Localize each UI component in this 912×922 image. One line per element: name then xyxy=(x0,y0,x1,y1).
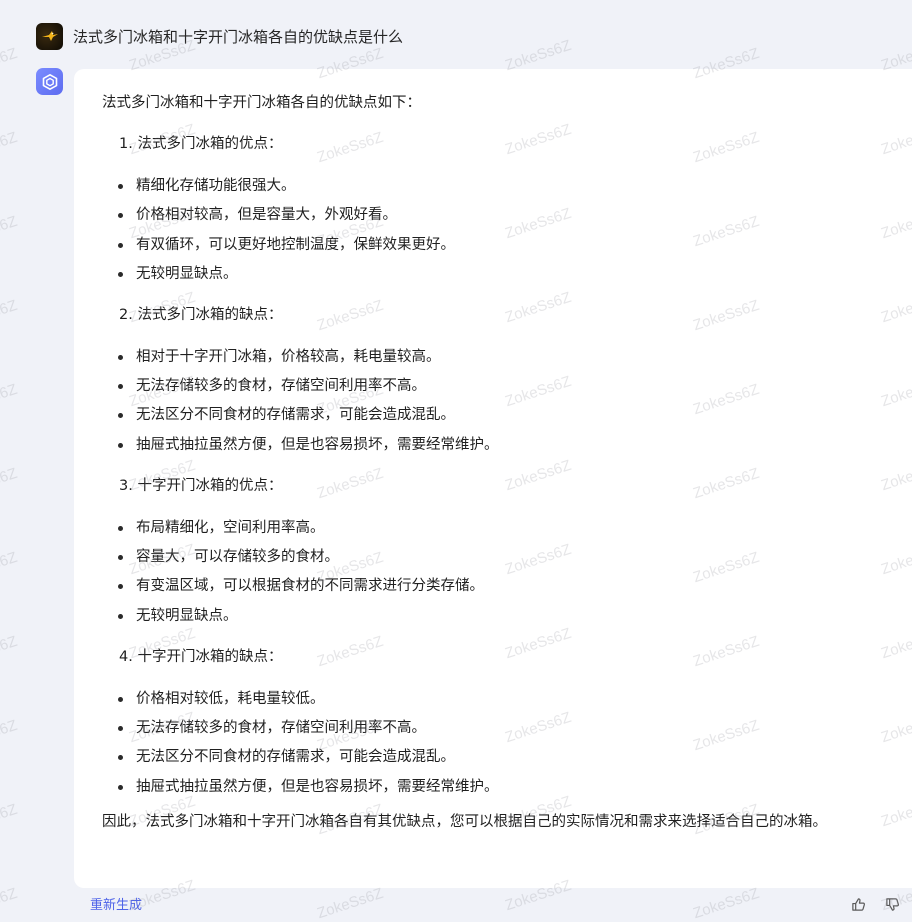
section-items: 价格相对较低，耗电量较低。 无法存储较多的食材，存储空间利用率不高。 无法区分不… xyxy=(102,689,912,797)
watermark-text: ZokeSs6Z xyxy=(315,884,386,922)
list-item: 有双循环，可以更好地控制温度，保鲜效果更好。 xyxy=(102,235,912,255)
watermark-text: ZokeSs6Z xyxy=(0,44,20,83)
list-item: 无较明显缺点。 xyxy=(102,264,912,284)
watermark-text: ZokeSs6Z xyxy=(691,884,762,922)
section-french-door-pros: 1. 法式多门冰箱的优点： 精细化存储功能很强大。 价格相对较高，但是容量大，外… xyxy=(102,134,912,284)
answer-conclusion: 因此，法式多门冰箱和十字开门冰箱各自有其优缺点，您可以根据自己的实际情况和需求来… xyxy=(102,813,827,830)
list-item: 抽屉式抽拉虽然方便，但是也容易损坏，需要经常维护。 xyxy=(102,435,912,455)
bot-avatar xyxy=(36,68,63,95)
answer-card: 法式多门冰箱和十字开门冰箱各自的优缺点如下： 1. 法式多门冰箱的优点： 精细化… xyxy=(74,69,912,888)
list-item: 容量大，可以存储较多的食材。 xyxy=(102,547,912,567)
list-item: 精细化存储功能很强大。 xyxy=(102,176,912,196)
user-avatar-bird-icon xyxy=(41,31,58,41)
list-item: 价格相对较高，但是容量大，外观好看。 xyxy=(102,205,912,225)
watermark-text: ZokeSs6Z xyxy=(0,296,20,335)
user-avatar xyxy=(36,22,63,50)
list-item: 抽屉式抽拉虽然方便，但是也容易损坏，需要经常维护。 xyxy=(102,777,912,797)
watermark-text: ZokeSs6Z xyxy=(0,380,20,419)
user-question-text: 法式多门冰箱和十字开门冰箱各自的优缺点是什么 xyxy=(73,27,404,46)
watermark-text: ZokeSs6Z xyxy=(0,884,20,922)
list-item: 无法区分不同食材的存储需求，可能会造成混乱。 xyxy=(102,405,912,425)
thumb-up-icon xyxy=(851,897,865,911)
answer-intro: 法式多门冰箱和十字开门冰箱各自的优缺点如下： xyxy=(102,95,421,111)
section-title: 2. 法式多门冰箱的缺点： xyxy=(119,306,283,323)
section-title: 4. 十字开门冰箱的缺点： xyxy=(119,648,283,665)
watermark-text: ZokeSs6Z xyxy=(0,128,20,167)
thumb-down-icon xyxy=(885,897,899,911)
section-title: 3. 十字开门冰箱的优点： xyxy=(119,477,283,494)
watermark-text: ZokeSs6Z xyxy=(0,464,20,503)
section-cross-door-cons: 4. 十字开门冰箱的缺点： 价格相对较低，耗电量较低。 无法存储较多的食材，存储… xyxy=(102,647,912,797)
watermark-text: ZokeSs6Z xyxy=(0,548,20,587)
section-items: 相对于十字开门冰箱，价格较高，耗电量较高。 无法存储较多的食材，存储空间利用率不… xyxy=(102,347,912,455)
list-item: 无较明显缺点。 xyxy=(102,606,912,626)
thumb-down-button[interactable] xyxy=(883,895,901,913)
list-item: 相对于十字开门冰箱，价格较高，耗电量较高。 xyxy=(102,347,912,367)
user-message: 法式多门冰箱和十字开门冰箱各自的优缺点是什么 xyxy=(36,22,403,50)
section-french-door-cons: 2. 法式多门冰箱的缺点： 相对于十字开门冰箱，价格较高，耗电量较高。 无法存储… xyxy=(102,305,912,455)
thumb-up-button[interactable] xyxy=(849,895,867,913)
bot-cube-icon xyxy=(42,73,57,90)
watermark-text: ZokeSs6Z xyxy=(0,632,20,671)
section-items: 布局精细化，空间利用率高。 容量大，可以存储较多的食材。 有变温区域，可以根据食… xyxy=(102,518,912,626)
list-item: 布局精细化，空间利用率高。 xyxy=(102,518,912,538)
watermark-text: ZokeSs6Z xyxy=(0,716,20,755)
list-item: 价格相对较低，耗电量较低。 xyxy=(102,689,912,709)
watermark-text: ZokeSs6Z xyxy=(0,800,20,839)
section-cross-door-pros: 3. 十字开门冰箱的优点： 布局精细化，空间利用率高。 容量大，可以存储较多的食… xyxy=(102,476,912,626)
list-item: 有变温区域，可以根据食材的不同需求进行分类存储。 xyxy=(102,576,912,596)
watermark-text: ZokeSs6Z xyxy=(0,212,20,251)
regenerate-button[interactable]: 重新生成 xyxy=(90,894,142,913)
list-item: 无法区分不同食材的存储需求，可能会造成混乱。 xyxy=(102,747,912,767)
list-item: 无法存储较多的食材，存储空间利用率不高。 xyxy=(102,376,912,396)
section-title: 1. 法式多门冰箱的优点： xyxy=(119,136,283,152)
section-items: 精细化存储功能很强大。 价格相对较高，但是容量大，外观好看。 有双循环，可以更好… xyxy=(102,176,912,284)
list-item: 无法存储较多的食材，存储空间利用率不高。 xyxy=(102,718,912,738)
